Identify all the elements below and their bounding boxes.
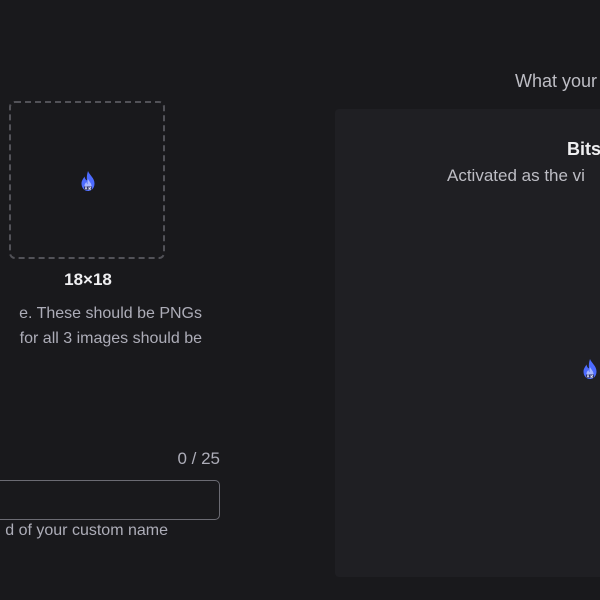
help-text-line: e. These should be PNGs	[19, 305, 202, 322]
upload-help-text: e. These should be PNGs for all 3 images…	[0, 301, 202, 351]
preview-heading: What your	[515, 71, 598, 91]
bits-flame-icon	[81, 171, 95, 191]
character-counter: 0 / 25	[177, 449, 220, 468]
help-text-line: for all 3 images should be	[19, 330, 202, 347]
preview-card-subtitle: Activated as the vi	[447, 166, 585, 185]
image-upload-dropzone[interactable]	[9, 101, 165, 259]
custom-bits-settings: What your 18×18 e. These should be PNGs …	[0, 0, 600, 600]
image-size-label: 18×18	[64, 270, 112, 289]
bits-flame-icon	[583, 359, 597, 379]
custom-name-hint: d of your custom name	[5, 522, 168, 539]
preview-card: Bits Activated as the vi	[335, 109, 600, 577]
custom-name-input[interactable]	[0, 480, 220, 520]
preview-card-title: Bits	[567, 139, 600, 159]
